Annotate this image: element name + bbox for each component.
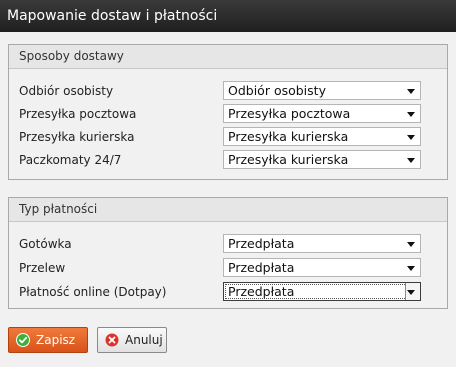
check-circle-icon xyxy=(16,333,30,347)
payment-select-transfer[interactable]: Przedpłata xyxy=(223,258,421,277)
payment-select-cash-value: Przedpłata xyxy=(228,236,295,251)
payment-label-online: Płatność online (Dotpay) xyxy=(19,285,167,299)
delivery-label-post: Przesyłka pocztowa xyxy=(19,107,137,121)
delivery-label-parcel-lockers: Paczkomaty 24/7 xyxy=(19,153,122,167)
delivery-row-pickup: Odbiór osobisty Odbiór osobisty xyxy=(9,81,447,103)
x-circle-icon xyxy=(105,333,119,347)
delivery-label-courier: Przesyłka kurierska xyxy=(19,130,135,144)
payment-types-legend: Typ płatności xyxy=(9,198,447,222)
delivery-select-pickup[interactable]: Odbiór osobisty xyxy=(223,81,421,100)
window-title: Mapowanie dostaw i płatności xyxy=(0,0,456,32)
chevron-down-icon xyxy=(407,89,415,94)
save-button-label: Zapisz xyxy=(36,333,76,347)
payment-label-transfer: Przelew xyxy=(19,261,66,275)
delivery-row-courier: Przesyłka kurierska Przesyłka kurierska xyxy=(9,127,447,149)
payment-row-online: Płatność online (Dotpay) Przedpłata xyxy=(9,282,447,304)
delivery-label-pickup: Odbiór osobisty xyxy=(19,84,114,98)
delivery-methods-section: Sposoby dostawy Odbiór osobisty Odbiór o… xyxy=(8,44,448,180)
chevron-down-icon xyxy=(407,242,415,247)
delivery-row-parcel-lockers: Paczkomaty 24/7 Przesyłka kurierska xyxy=(9,150,447,172)
delivery-methods-legend: Sposoby dostawy xyxy=(9,45,447,69)
payment-types-section: Typ płatności Gotówka Przedpłata Przelew… xyxy=(8,197,448,309)
payment-select-online-value: Przedpłata xyxy=(228,284,295,299)
payment-row-transfer: Przelew Przedpłata xyxy=(9,258,447,280)
payment-row-cash: Gotówka Przedpłata xyxy=(9,234,447,256)
delivery-select-parcel-lockers[interactable]: Przesyłka kurierska xyxy=(223,150,421,169)
chevron-down-icon xyxy=(407,266,415,271)
chevron-down-icon xyxy=(407,290,415,295)
delivery-select-courier[interactable]: Przesyłka kurierska xyxy=(223,127,421,146)
delivery-select-courier-value: Przesyłka kurierska xyxy=(228,129,349,144)
payment-select-transfer-value: Przedpłata xyxy=(228,260,295,275)
delivery-select-post-value: Przesyłka pocztowa xyxy=(228,106,351,121)
payment-select-online[interactable]: Przedpłata xyxy=(223,282,421,301)
delivery-select-parcel-lockers-value: Przesyłka kurierska xyxy=(228,152,349,167)
chevron-down-icon xyxy=(407,158,415,163)
payment-select-cash[interactable]: Przedpłata xyxy=(223,234,421,253)
delivery-select-pickup-value: Odbiór osobisty xyxy=(228,83,326,98)
delivery-select-post[interactable]: Przesyłka pocztowa xyxy=(223,104,421,123)
chevron-down-icon xyxy=(407,135,415,140)
save-button[interactable]: Zapisz xyxy=(8,327,88,353)
cancel-button[interactable]: Anuluj xyxy=(97,327,167,353)
chevron-down-icon xyxy=(407,112,415,117)
cancel-button-label: Anuluj xyxy=(125,333,163,347)
payment-label-cash: Gotówka xyxy=(19,237,72,251)
delivery-row-post: Przesyłka pocztowa Przesyłka pocztowa xyxy=(9,104,447,126)
